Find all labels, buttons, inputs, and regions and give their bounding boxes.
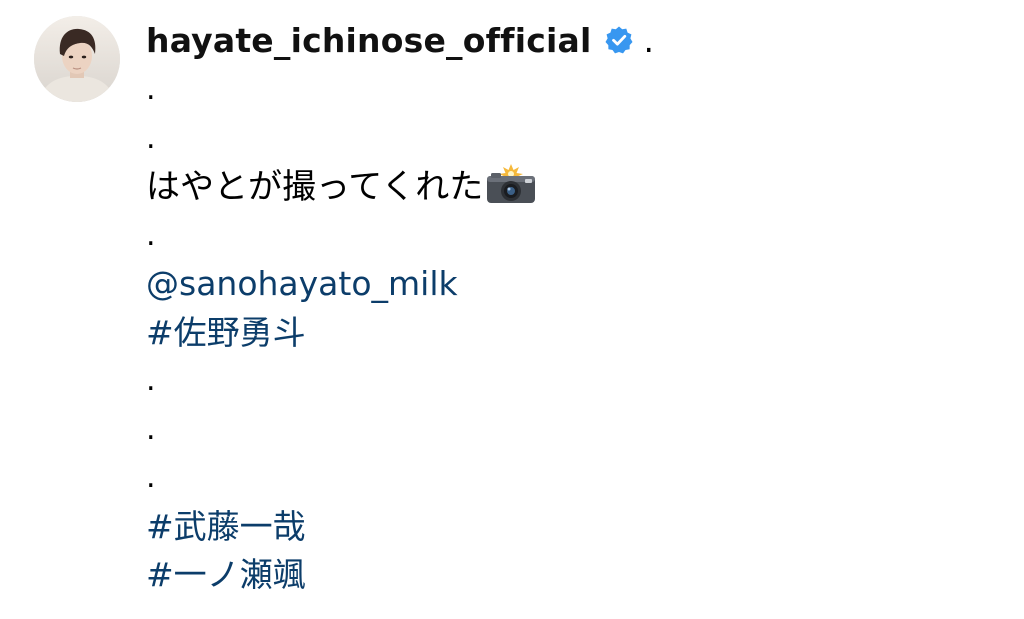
caption-text: はやとが撮ってくれた — [146, 167, 484, 207]
hashtag-link[interactable]: #佐野勇斗 — [146, 313, 306, 352]
verified-badge-icon — [604, 25, 634, 55]
camera-with-flash-icon — [485, 164, 537, 204]
header-dot: . — [643, 20, 655, 60]
hashtag-link[interactable]: #武藤一哉 — [146, 507, 306, 546]
hashtag-line: #佐野勇斗 — [146, 309, 1006, 358]
mention-link[interactable]: @sanohayato_milk — [146, 264, 458, 303]
post-header: hayate_ichinose_official . — [146, 14, 1006, 66]
caption-dot: . — [146, 411, 156, 447]
profile-avatar[interactable] — [34, 16, 120, 102]
caption-dot: . — [146, 217, 156, 253]
caption-dot: . — [146, 72, 156, 107]
caption-text-line: はやとが撮ってくれた — [146, 163, 1006, 212]
hashtag-line: #一ノ瀬颯 — [146, 551, 1006, 600]
username-link[interactable]: hayate_ichinose_official — [146, 21, 592, 60]
post-caption-block: hayate_ichinose_official . . . はやとが撮ってくれ… — [146, 14, 1006, 600]
caption-dot: . — [146, 120, 156, 156]
mention-line: @sanohayato_milk — [146, 260, 1006, 309]
avatar-photo — [34, 16, 120, 102]
caption-dot: . — [146, 363, 156, 398]
caption-dot: . — [146, 460, 156, 495]
hashtag-link[interactable]: #一ノ瀬颯 — [146, 555, 306, 594]
hashtag-line: #武藤一哉 — [146, 503, 1006, 552]
